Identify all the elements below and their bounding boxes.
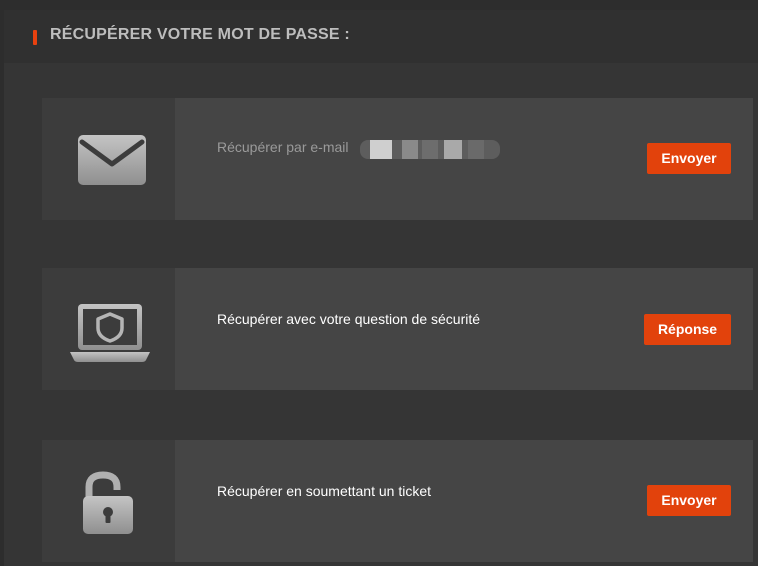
unlocked-padlock-icon [83,471,133,534]
page-title: RÉCUPÉRER VOTRE MOT DE PASSE : [50,26,350,43]
panel-header: RÉCUPÉRER VOTRE MOT DE PASSE : [4,10,758,63]
option-icon-cell [42,268,175,390]
submit-ticket-button[interactable]: Envoyer [647,485,731,516]
option-icon-cell [42,98,175,220]
redacted-email [360,140,500,159]
laptop-shield-icon [70,304,150,362]
password-recovery-panel: RÉCUPÉRER VOTRE MOT DE PASSE : Récupérer… [4,10,758,566]
header-accent-bar [33,30,37,45]
recovery-option-security-question: Récupérer avec votre question de sécurit… [42,268,753,390]
answer-question-button[interactable]: Réponse [644,314,731,345]
recovery-option-email: Récupérer par e-mail Envoyer [42,98,753,220]
option-icon-cell [42,440,175,562]
recovery-option-ticket: Récupérer en soumettant un ticket Envoye… [42,440,753,562]
option-label-email: Récupérer par e-mail [217,139,349,155]
envelope-icon [78,135,146,185]
send-email-button[interactable]: Envoyer [647,143,731,174]
option-label-ticket: Récupérer en soumettant un ticket [217,483,432,499]
option-label-security-question: Récupérer avec votre question de sécurit… [217,311,481,327]
